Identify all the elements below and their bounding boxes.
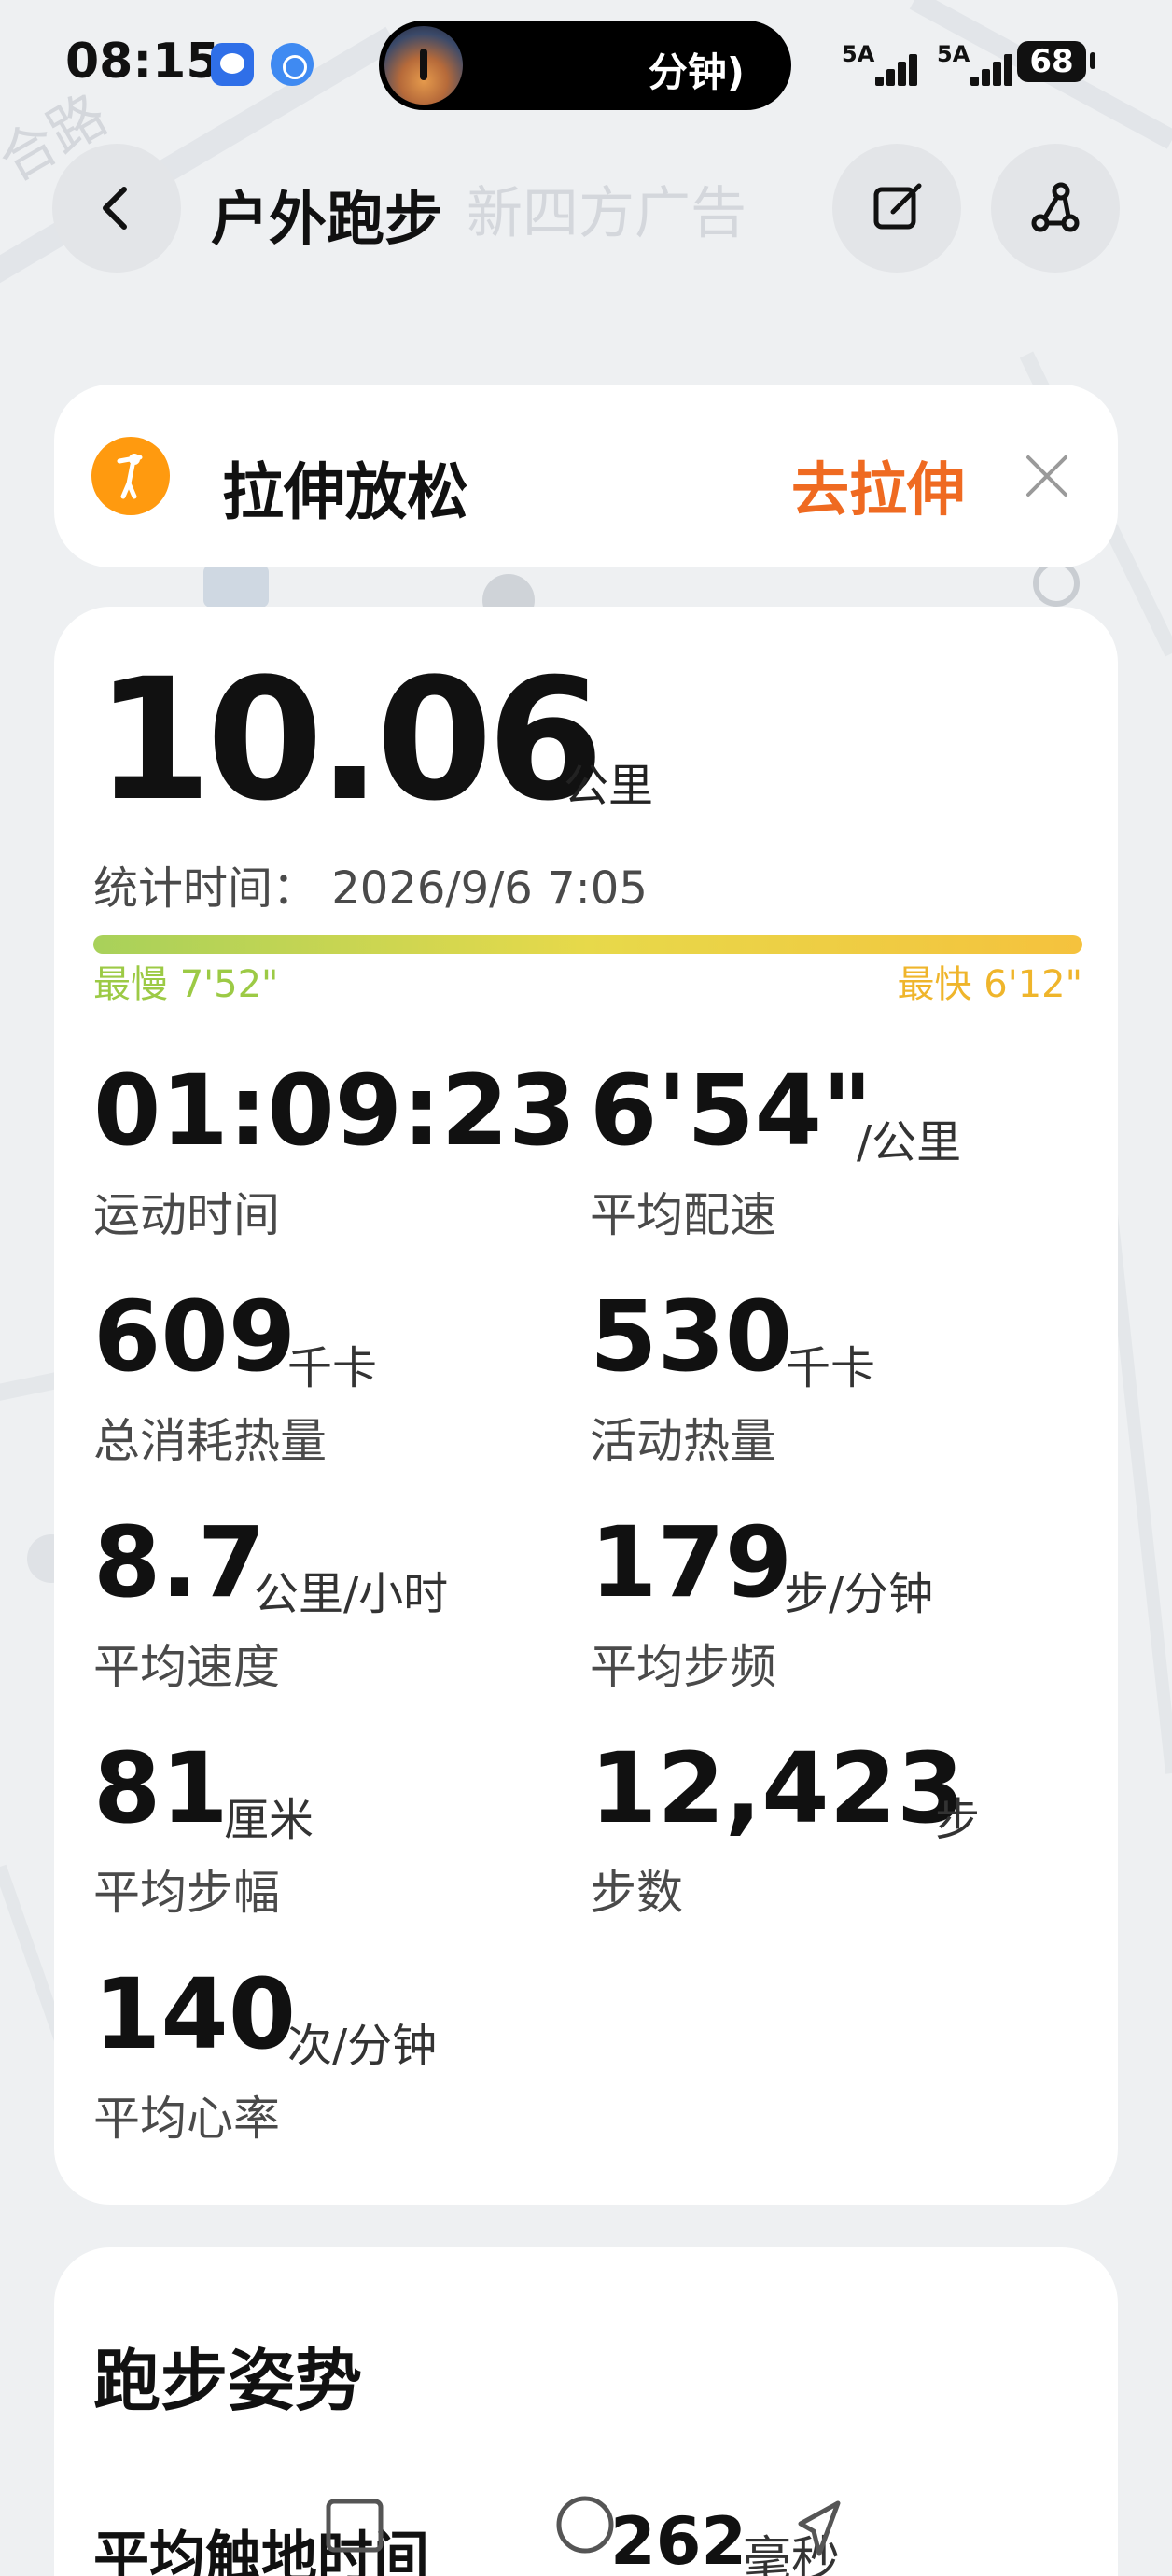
island-thumbnail bbox=[384, 26, 463, 105]
metric-unit: 千卡 bbox=[786, 1342, 876, 1394]
route-share-icon bbox=[1031, 182, 1080, 232]
metric-label: 平均心率 bbox=[93, 2092, 280, 2146]
map-layer-icon[interactable] bbox=[323, 2498, 388, 2554]
stretch-banner[interactable]: 拉伸放松 去拉伸 bbox=[54, 385, 1118, 567]
metric-unit: /公里 bbox=[857, 1116, 962, 1169]
status-bar: 08:15 分钟) 5A 5A 68 bbox=[0, 0, 1172, 131]
metric-unit: 公里/小时 bbox=[254, 1568, 449, 1620]
metric-value: 6'54" bbox=[590, 1054, 873, 1168]
map-place-label: 新四方广告 bbox=[467, 181, 746, 246]
slowest-pace: 最慢 7'52" bbox=[93, 963, 279, 1006]
edit-button[interactable] bbox=[832, 144, 961, 273]
share-route-button[interactable] bbox=[991, 144, 1120, 273]
metric-value: 530 bbox=[590, 1280, 793, 1393]
stretch-person-icon bbox=[91, 437, 170, 515]
fastest-pace: 最快 6'12" bbox=[897, 963, 1082, 1006]
metric-value: 8.7 bbox=[93, 1505, 266, 1619]
metric-label: 平均步频 bbox=[590, 1640, 776, 1694]
go-stretch-button[interactable]: 去拉伸 bbox=[791, 442, 965, 526]
metric-value: 12,423 bbox=[590, 1731, 965, 1845]
metric-label: 平均速度 bbox=[93, 1640, 280, 1694]
metric-label: 步数 bbox=[590, 1866, 683, 1920]
metric-unit: 千卡 bbox=[287, 1342, 378, 1394]
metric-unit: 厘米 bbox=[224, 1794, 314, 1846]
pace-range-bar bbox=[93, 935, 1082, 954]
metric-label: 总消耗热量 bbox=[93, 1414, 327, 1468]
metric-unit: 次/分钟 bbox=[287, 2020, 438, 2072]
metric-value: 179 bbox=[590, 1505, 793, 1619]
locate-icon[interactable] bbox=[552, 2492, 618, 2557]
battery-icon: 68 bbox=[1017, 41, 1086, 82]
island-text: 分钟) bbox=[648, 49, 745, 95]
metric-label: 平均步幅 bbox=[93, 1866, 280, 1920]
app-notification-icon bbox=[271, 43, 314, 86]
metric-label: 平均配速 bbox=[590, 1188, 776, 1242]
distance-unit: 公里 bbox=[564, 760, 654, 812]
distance-value: 10.06 bbox=[95, 643, 604, 838]
posture-title: 跑步姿势 bbox=[93, 2342, 363, 2420]
dynamic-island[interactable]: 分钟) bbox=[379, 21, 791, 110]
workout-summary-card: 10.06 公里 统计时间： 2026/9/6 7:05 最慢 7'52" 最快… bbox=[54, 607, 1118, 2205]
metric-value: 01:09:23 bbox=[93, 1054, 577, 1168]
metric-unit: 步 bbox=[935, 1794, 981, 1846]
message-notification-icon bbox=[211, 43, 254, 86]
metric-label: 活动热量 bbox=[590, 1414, 776, 1468]
page-title: 户外跑步 bbox=[211, 185, 443, 253]
battery-tip bbox=[1090, 52, 1095, 69]
metric-value: 609 bbox=[93, 1280, 297, 1393]
close-icon[interactable] bbox=[1021, 450, 1073, 502]
back-button[interactable] bbox=[52, 144, 181, 273]
metric-value: 81 bbox=[93, 1731, 229, 1845]
chevron-left-icon bbox=[103, 187, 127, 230]
metric-label: 运动时间 bbox=[93, 1188, 280, 1242]
record-time: 统计时间： 2026/9/6 7:05 bbox=[93, 862, 648, 915]
stretch-title: 拉伸放松 bbox=[222, 456, 468, 528]
network-type-label: 5A bbox=[842, 41, 875, 67]
ground-contact-value: 262 bbox=[610, 2503, 747, 2576]
navigate-icon[interactable] bbox=[782, 2498, 847, 2563]
metric-value: 140 bbox=[93, 1957, 297, 2071]
edit-icon bbox=[873, 183, 922, 230]
network-type-label: 5A bbox=[937, 41, 970, 67]
status-time: 08:15 bbox=[65, 34, 220, 90]
battery-level: 68 bbox=[1029, 43, 1074, 80]
metric-unit: 步/分钟 bbox=[784, 1568, 934, 1620]
